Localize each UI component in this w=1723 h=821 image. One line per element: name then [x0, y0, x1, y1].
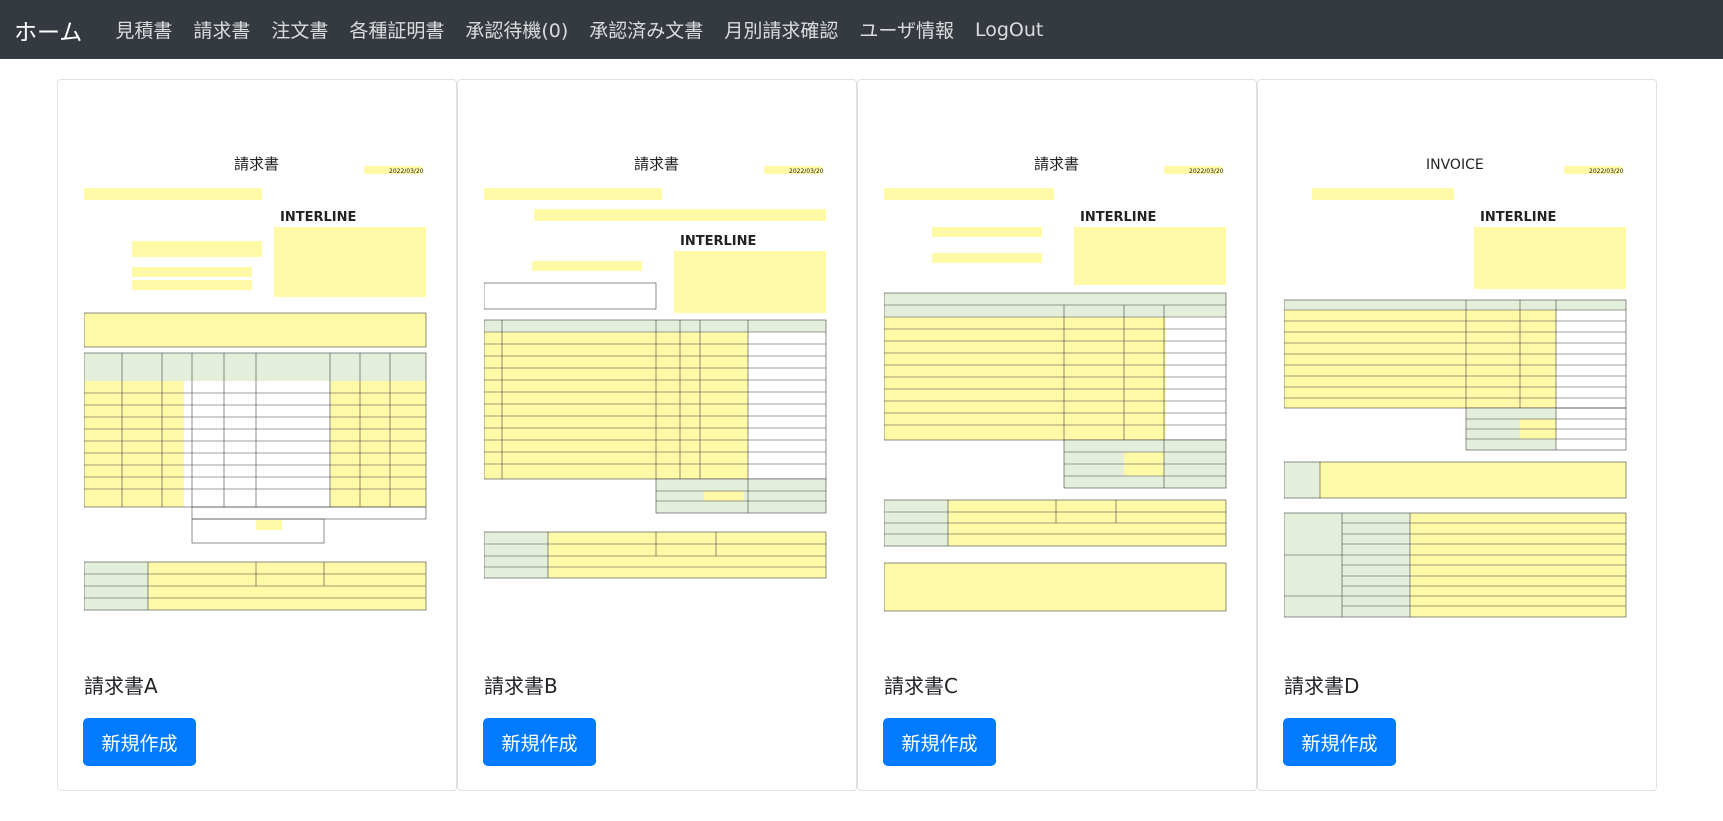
card-title: 請求書D	[1284, 674, 1360, 698]
create-new-button-b[interactable]: 新規作成	[483, 718, 596, 766]
thumb-doc-title: 請求書	[1034, 155, 1079, 173]
card-title: 請求書C	[884, 674, 958, 698]
card-title: 請求書B	[484, 674, 558, 698]
invoice-b-thumbnail[interactable]: 請求書 2022/03/20 INTERLINE	[484, 115, 830, 635]
thumb-doc-title: 請求書	[634, 155, 679, 173]
thumb-logo: INTERLINE	[280, 210, 356, 225]
thumb-date: 2022/03/20	[789, 168, 824, 175]
create-new-button-d[interactable]: 新規作成	[1283, 718, 1396, 766]
thumb-logo: INTERLINE	[1080, 210, 1156, 225]
nav-monthly-billing-link[interactable]: 月別請求確認	[724, 16, 838, 43]
nav-approved-docs-link[interactable]: 承認済み文書	[589, 16, 703, 43]
nav-order-link[interactable]: 注文書	[271, 16, 328, 43]
card-title: 請求書A	[84, 674, 158, 698]
thumb-doc-title: INVOICE	[1426, 157, 1484, 173]
create-new-button-a[interactable]: 新規作成	[83, 718, 196, 766]
template-card-d: INVOICE 2022/03/20 INTERLINE 請求書D 新規作成	[1257, 79, 1657, 791]
nav-pending-approval-link[interactable]: 承認待機(0)	[465, 16, 568, 43]
thumb-date: 2022/03/20	[1589, 168, 1624, 175]
top-navbar: ホーム 見積書 請求書 注文書 各種証明書 承認待機(0) 承認済み文書 月別請…	[0, 0, 1723, 59]
template-card-a: 請求書 2022/03/20 INTERLINE 請求書A 新規作成	[57, 79, 457, 791]
nav-invoice-link[interactable]: 請求書	[193, 16, 250, 43]
nav-home-link[interactable]: ホーム	[14, 13, 82, 47]
invoice-c-thumbnail[interactable]: 請求書 2022/03/20 INTERLINE	[884, 115, 1230, 635]
thumb-logo: INTERLINE	[680, 234, 756, 249]
nav-estimate-link[interactable]: 見積書	[115, 16, 172, 43]
invoice-a-thumbnail[interactable]: 請求書 2022/03/20 INTERLINE	[84, 115, 430, 635]
thumb-doc-title: 請求書	[234, 155, 279, 173]
nav-logout-link[interactable]: LogOut	[975, 19, 1043, 41]
template-card-c: 請求書 2022/03/20 INTERLINE 請求書C 新規作成	[857, 79, 1257, 791]
nav-certificates-link[interactable]: 各種証明書	[349, 16, 444, 43]
template-card-list: 請求書 2022/03/20 INTERLINE 請求書A 新規作成 請求書 2…	[57, 79, 1657, 791]
thumb-date: 2022/03/20	[1189, 168, 1224, 175]
nav-user-info-link[interactable]: ユーザ情報	[859, 16, 954, 43]
thumb-logo: INTERLINE	[1480, 210, 1556, 225]
create-new-button-c[interactable]: 新規作成	[883, 718, 996, 766]
template-card-b: 請求書 2022/03/20 INTERLINE 請求書B 新規作成	[457, 79, 857, 791]
thumb-date: 2022/03/20	[389, 168, 424, 175]
invoice-d-thumbnail[interactable]: INVOICE 2022/03/20 INTERLINE	[1284, 115, 1630, 635]
